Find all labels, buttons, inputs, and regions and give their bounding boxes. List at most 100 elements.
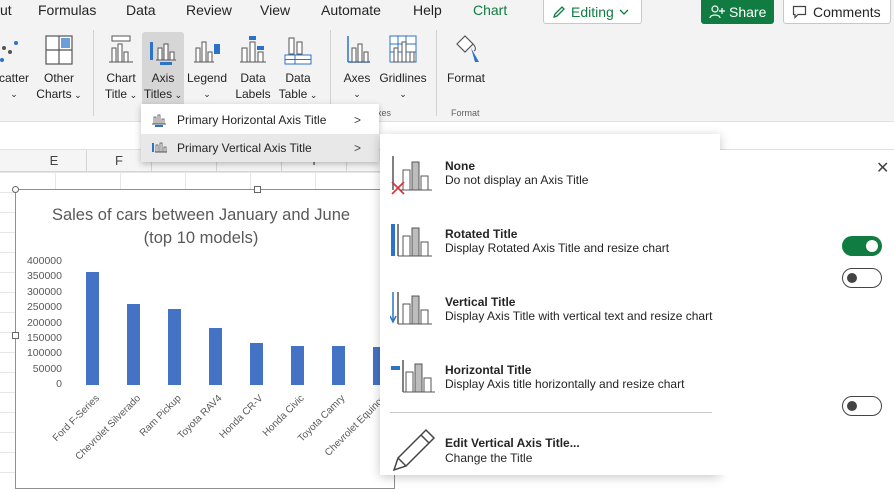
gridlines-icon [389, 35, 417, 63]
axes-label: Axes [343, 71, 371, 85]
gridlines-button[interactable]: Gridlines ⌄ [378, 32, 428, 112]
chevron-right-icon: > [353, 113, 361, 127]
group-label-axes: xes [377, 108, 392, 118]
scatter-chart-button[interactable]: catter ⌄ [0, 32, 32, 112]
chevron-down-icon: ⌄ [172, 90, 183, 100]
y-tick-label: 50000 [32, 362, 62, 375]
data-table-label: Data [285, 71, 311, 85]
data-labels-icon [240, 36, 266, 63]
chart-ribbon: catter ⌄ Other Charts ⌄ Chart Title ⌄ Ax… [0, 24, 894, 122]
gridlines-label: Gridlines [379, 71, 427, 85]
pencil-icon [392, 428, 436, 472]
pencil-icon [552, 5, 565, 18]
ribbon-separator [93, 30, 94, 116]
bar[interactable] [86, 272, 99, 385]
option-title: Rotated Title [445, 227, 518, 241]
group-label-format: Format [451, 108, 480, 118]
option-rotated-title[interactable]: Rotated Title Display Rotated Axis Title… [380, 222, 720, 282]
y-tick-label: 0 [56, 378, 62, 390]
bar[interactable] [332, 346, 345, 385]
scatter-label: catter [0, 71, 29, 85]
tab-review[interactable]: Review [186, 0, 232, 22]
tab-data[interactable]: Data [126, 0, 156, 22]
comments-label: Comments [813, 3, 881, 20]
horizontal-axis-title-icon [152, 114, 166, 127]
format-side-pane [720, 150, 894, 475]
resize-handle[interactable] [254, 186, 261, 193]
axis-titles-menu: Primary Horizontal Axis Title > Primary … [141, 104, 379, 162]
resize-handle[interactable] [12, 186, 19, 193]
bar[interactable] [250, 342, 263, 385]
tab-formulas[interactable]: Formulas [38, 0, 96, 22]
chart-title-label-2: Title [104, 87, 128, 101]
toggle-switch-off[interactable] [842, 396, 882, 416]
rotated-title-icon [391, 224, 432, 257]
data-table-button[interactable]: Data Table ⌄ [276, 32, 320, 112]
y-tick-label: 150000 [26, 331, 62, 344]
chart-title[interactable]: Sales of cars between January and June (… [16, 204, 386, 250]
option-title: Edit Vertical Axis Title... [445, 436, 580, 450]
menu-item-primary-horizontal-axis-title[interactable]: Primary Horizontal Axis Title > [141, 106, 379, 134]
menu-item-primary-vertical-axis-title[interactable]: Primary Vertical Axis Title > [141, 134, 379, 162]
chevron-down-icon: ⌄ [307, 90, 318, 100]
option-edit-vertical-axis-title[interactable]: Edit Vertical Axis Title... Change the T… [380, 428, 720, 488]
chart-title-button[interactable]: Chart Title ⌄ [100, 32, 142, 112]
close-icon[interactable]: ✕ [876, 158, 889, 178]
comment-icon [792, 5, 807, 19]
option-vertical-title[interactable]: Vertical Title Display Axis Title with v… [380, 290, 720, 350]
data-table-label-2: Table [278, 87, 308, 101]
bar[interactable] [209, 328, 222, 385]
chart-title-icon [109, 35, 133, 63]
share-button[interactable]: Share [701, 0, 774, 24]
y-tick-label: 100000 [26, 347, 62, 360]
toggle-switch-on[interactable] [842, 236, 882, 256]
y-tick-label: 200000 [26, 316, 62, 329]
chevron-down-icon: ⌄ [127, 90, 138, 100]
bar[interactable] [168, 308, 181, 385]
chevron-down-icon: ⌄ [203, 89, 211, 99]
data-table-icon [284, 37, 312, 65]
tab-help[interactable]: Help [413, 0, 442, 22]
axes-button[interactable]: Axes ⌄ [338, 32, 376, 112]
bar-chart[interactable]: Sales of cars between January and June (… [12, 186, 430, 489]
axis-titles-button[interactable]: Axis Titles ⌄ [142, 32, 184, 112]
option-title: None [445, 159, 475, 173]
data-labels-label: Data [240, 71, 266, 85]
axis-titles-label-2: Titles [143, 87, 173, 101]
y-tick-label: 350000 [26, 270, 62, 283]
axes-icon [347, 36, 370, 63]
column-header-e[interactable]: E [22, 150, 87, 172]
ribbon-tab-bar: ut Formulas Data Review View Automate He… [0, 0, 894, 28]
y-tick-label: 400000 [26, 255, 62, 267]
legend-label: Legend [186, 71, 228, 85]
tab-layout[interactable]: ut [0, 0, 12, 22]
legend-button[interactable]: Legend ⌄ [185, 32, 229, 112]
bar[interactable] [291, 345, 304, 385]
vertical-title-icon [390, 292, 432, 325]
chart-title-line-1: Sales of cars between January and June [51, 206, 351, 224]
tab-view[interactable]: View [260, 0, 290, 22]
chevron-right-icon: > [353, 141, 361, 155]
other-charts-icon [45, 35, 73, 65]
bar[interactable] [127, 303, 140, 385]
y-tick-label: 300000 [26, 285, 62, 298]
comments-button[interactable]: Comments [783, 0, 891, 24]
chevron-down-icon: ⌄ [353, 89, 361, 99]
option-horizontal-title[interactable]: Horizontal Title Display Axis title hori… [380, 358, 720, 418]
option-desc: Display Rotated Axis Title and resize ch… [445, 241, 670, 255]
tab-chart[interactable]: Chart [462, 0, 518, 28]
option-none[interactable]: None Do not display an Axis Title [380, 154, 720, 214]
ribbon-separator [436, 30, 437, 116]
tab-automate[interactable]: Automate [321, 0, 381, 22]
editing-mode-button[interactable]: Editing [543, 0, 642, 24]
horizontal-title-icon [391, 360, 435, 393]
other-charts-button[interactable]: Other Charts ⌄ [36, 32, 82, 112]
other-charts-label: Other [43, 71, 74, 85]
toggle-switch-off[interactable] [842, 268, 882, 288]
format-button[interactable]: Format [444, 32, 488, 112]
menu-item-label: Primary Horizontal Axis Title [177, 113, 327, 127]
vertical-axis-title-icon [152, 142, 167, 153]
option-desc: Display Axis Title with vertical text an… [445, 309, 713, 323]
chevron-down-icon: ⌄ [71, 90, 82, 100]
data-labels-button[interactable]: Data Labels ⌄ [231, 32, 275, 117]
